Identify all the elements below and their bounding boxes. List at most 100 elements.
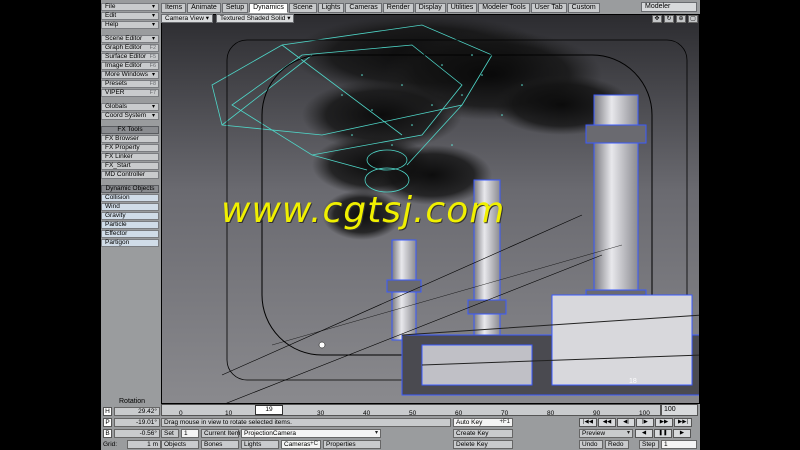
- playback-controls: ◀ ❚❚ ▶: [635, 429, 692, 438]
- axis-label: B: [103, 429, 112, 438]
- tab-user-tab[interactable]: User Tab: [530, 3, 567, 13]
- cameras-button[interactable]: Cameras +C: [281, 440, 321, 449]
- fx-linker-button[interactable]: FX Linker: [101, 153, 159, 161]
- surface-editor-button[interactable]: Surface Editor F5: [101, 53, 159, 61]
- left-black-margin: [0, 0, 101, 450]
- tab-scene[interactable]: Scene: [288, 3, 317, 13]
- fx-tools-header: FX Tools: [101, 126, 159, 134]
- rotate-view-icon[interactable]: ↻: [664, 15, 674, 23]
- partigon-button[interactable]: Partigon: [101, 239, 159, 247]
- camera-pivot-icon[interactable]: [318, 341, 326, 349]
- current-frame-label: 19: [265, 406, 273, 413]
- tab-utilities[interactable]: Utilities: [446, 3, 478, 13]
- edit-menu[interactable]: Edit ▾: [101, 12, 159, 20]
- timeline-tick: 70: [501, 410, 509, 417]
- effector-button[interactable]: Effector: [101, 230, 159, 238]
- collision-button[interactable]: Collision: [101, 194, 159, 202]
- play-reverse-icon[interactable]: ◀: [635, 429, 653, 438]
- shading-mode-dropdown[interactable]: Textured Shaded Solid ▾: [215, 14, 295, 23]
- camera-view-dropdown[interactable]: Camera View ▾: [161, 14, 213, 23]
- axis-label: H: [103, 407, 112, 416]
- tab-cameras[interactable]: Cameras: [345, 3, 382, 13]
- bones-button[interactable]: Bones: [201, 440, 239, 449]
- end-frame-field[interactable]: 100: [661, 404, 698, 416]
- fx-property-button[interactable]: FX Property: [101, 144, 159, 152]
- more-windows-menu[interactable]: More Windows ▾: [101, 71, 159, 79]
- timeline-tick: 50: [409, 410, 417, 417]
- file-menu[interactable]: File ▾: [101, 3, 159, 11]
- tab-dynamics[interactable]: Dynamics: [249, 3, 288, 13]
- delete-key-button[interactable]: Delete Key: [453, 440, 513, 449]
- tab-items[interactable]: Items: [161, 3, 187, 13]
- prev-key-icon[interactable]: ◀◀: [598, 418, 616, 427]
- frame-number: 18: [629, 378, 637, 385]
- tab-setup[interactable]: Setup: [221, 3, 249, 13]
- fx-browser-button[interactable]: FX Browser: [101, 135, 159, 143]
- coord-system-menu[interactable]: Coord System ▾: [101, 112, 159, 120]
- step-label: Step: [639, 440, 659, 449]
- preview-dropdown[interactable]: Preview ▾: [579, 429, 633, 438]
- next-key-icon[interactable]: ▶▶: [655, 418, 673, 427]
- viewport-toolbar: Camera View ▾ Textured Shaded Solid ▾: [161, 14, 297, 24]
- pitch-value[interactable]: -19.01°: [114, 418, 160, 427]
- particle-button[interactable]: Particle: [101, 221, 159, 229]
- create-key-button[interactable]: Create Key: [453, 429, 513, 438]
- fx-start-button[interactable]: FX_Start: [101, 162, 159, 170]
- tab-display[interactable]: Display: [414, 3, 446, 13]
- timeline-tick: 90: [593, 410, 601, 417]
- timeline-current-frame[interactable]: 19: [255, 405, 284, 415]
- pause-icon[interactable]: ❚❚: [654, 429, 672, 438]
- grid-label: Grid:: [103, 441, 118, 448]
- set-value[interactable]: 1: [181, 429, 199, 438]
- play-icon[interactable]: ▶: [673, 429, 691, 438]
- zoom-view-icon[interactable]: ⊕: [676, 15, 686, 23]
- tab-animate[interactable]: Animate: [187, 3, 221, 13]
- modeler-switch-button[interactable]: Modeler: [641, 2, 697, 12]
- md-controller-button[interactable]: MD Controller: [101, 171, 159, 179]
- viper-button[interactable]: VIPER F7: [101, 89, 159, 97]
- axis-label: P: [103, 418, 112, 427]
- heading-value[interactable]: 29.42°: [114, 407, 160, 416]
- last-frame-icon[interactable]: ▶▶|: [674, 418, 692, 427]
- first-frame-icon[interactable]: |◀◀: [579, 418, 597, 427]
- tab-custom[interactable]: Custom: [567, 3, 600, 13]
- next-frame-icon[interactable]: |▶: [636, 418, 654, 427]
- chevron-down-icon: ▾: [151, 4, 155, 10]
- chevron-down-icon: ▾: [151, 36, 155, 42]
- tab-modeler-tools[interactable]: Modeler Tools: [478, 3, 530, 13]
- bank-row: B -0.56°: [103, 429, 160, 438]
- tab-lights[interactable]: Lights: [317, 3, 345, 13]
- gravity-button[interactable]: Gravity: [101, 212, 159, 220]
- timeline-slider[interactable]: 010203040506070809010019: [161, 404, 661, 417]
- scene-editor-button[interactable]: Scene Editor ▾: [101, 35, 159, 43]
- left-menu: File ▾ Edit ▾ Help ▾ Scene Editor ▾ Graph Ed…: [101, 3, 159, 248]
- status-bar: Drag mouse in view to rotate selected it…: [161, 418, 451, 427]
- tab-render[interactable]: Render: [382, 3, 414, 13]
- bank-value[interactable]: -0.56°: [114, 429, 160, 438]
- presets-button[interactable]: Presets F8: [101, 80, 159, 88]
- current-item-label: Current Item: [201, 429, 240, 438]
- objects-button[interactable]: Objects: [161, 440, 199, 449]
- grid-value[interactable]: 1 m: [127, 440, 161, 449]
- globals-menu[interactable]: Globals ▾: [101, 103, 159, 111]
- step-value[interactable]: 1: [661, 440, 697, 449]
- wind-button[interactable]: Wind: [101, 203, 159, 211]
- transport-controls: |◀◀ ◀◀ ◀| |▶ ▶▶ ▶▶|: [579, 418, 693, 427]
- redo-button[interactable]: Redo: [605, 440, 629, 449]
- image-editor-button[interactable]: Image Editor F6: [101, 62, 159, 70]
- current-item-dropdown[interactable]: ProjectionCamera ▾: [241, 429, 381, 438]
- undo-button[interactable]: Undo: [579, 440, 603, 449]
- prev-frame-icon[interactable]: ◀|: [617, 418, 635, 427]
- lightwave-layout-window: File ▾ Edit ▾ Help ▾ Scene Editor ▾ Graph Ed…: [101, 0, 700, 450]
- timeline-tick: 80: [547, 410, 555, 417]
- maximize-view-icon[interactable]: ▢: [688, 15, 698, 23]
- chevron-down-icon: ▾: [151, 72, 155, 78]
- properties-button[interactable]: Properties: [323, 440, 381, 449]
- lights-button[interactable]: Lights: [241, 440, 279, 449]
- graph-editor-button[interactable]: Graph Editor F2: [101, 44, 159, 52]
- help-menu[interactable]: Help ▾: [101, 21, 159, 29]
- move-view-icon[interactable]: ✥: [652, 15, 662, 23]
- grid-row: Grid: 1 m: [103, 440, 161, 449]
- timeline-tick: 30: [317, 410, 325, 417]
- auto-key-button[interactable]: Auto Key +F1: [453, 418, 513, 427]
